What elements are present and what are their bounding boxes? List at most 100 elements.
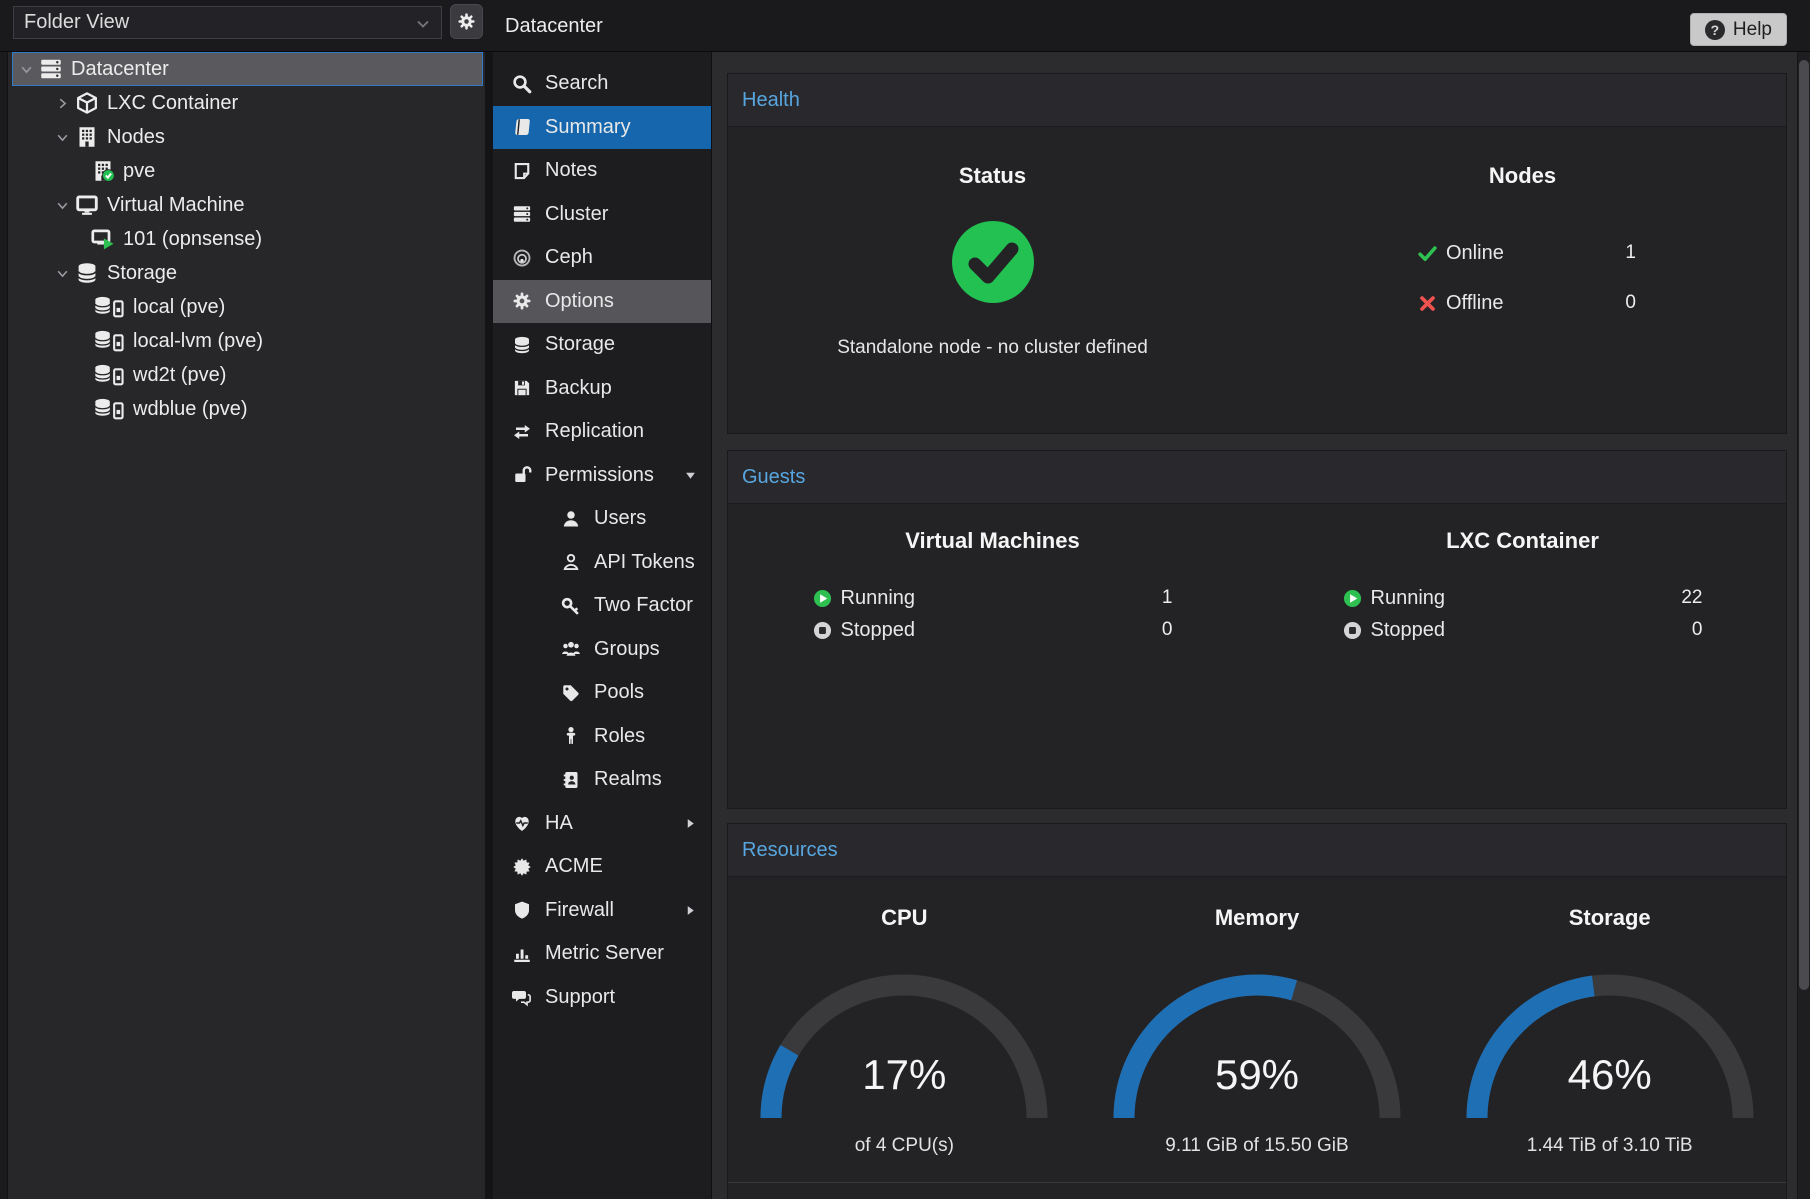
submenu-arrow-right-icon[interactable] [684, 817, 697, 830]
menu-item-support[interactable]: Support [493, 976, 711, 1020]
resource-tree: Datacenter LXC ContainerNodespve Virtual M… [0, 52, 485, 1199]
help-button[interactable]: ? Help [1690, 13, 1787, 46]
status-value: 22 [1681, 587, 1702, 609]
menu-item-acme[interactable]: ACME [493, 845, 711, 889]
page-title: Datacenter [505, 0, 603, 52]
menu-item-two-factor[interactable]: Two Factor [493, 584, 711, 628]
menu-item-search[interactable]: Search [493, 62, 711, 106]
gauge-detail: of 4 CPU(s) [855, 1134, 954, 1158]
menu-item-label: Support [545, 986, 615, 1009]
cluster-status-column: Status Standalone node - no cluster defi… [728, 127, 1257, 433]
tree-item-wd2t-pve[interactable]: wd2t (pve) [12, 358, 483, 392]
menu-item-options[interactable]: Options [493, 280, 711, 324]
running-icon [1343, 589, 1362, 608]
caret-down-icon[interactable] [16, 62, 36, 77]
tree-item-virtual-machine[interactable]: Virtual Machine [12, 188, 483, 222]
caret-down-icon[interactable] [52, 266, 72, 281]
menu-item-firewall[interactable]: Firewall [493, 889, 711, 933]
menu-item-notes[interactable]: Notes [493, 149, 711, 193]
menu-item-label: Metric Server [545, 942, 664, 965]
menu-item-pools[interactable]: Pools [493, 671, 711, 715]
nodes-status-rows: Online1Offline0 [1418, 228, 1636, 328]
menu-item-roles[interactable]: Roles [493, 715, 711, 759]
menu-item-label: Realms [594, 768, 662, 791]
menu-item-label: Users [594, 507, 646, 530]
tree-item-label: Virtual Machine [107, 194, 244, 217]
submenu-arrow-right-icon[interactable] [684, 904, 697, 917]
bar-chart-icon [510, 944, 533, 964]
tree-settings-button[interactable] [450, 4, 483, 39]
health-panel: Health Status Standalone node - no clust… [727, 73, 1787, 434]
status-label: Online [1446, 242, 1504, 265]
tree-item-101-opnsense[interactable]: 101 (opnsense) [12, 222, 483, 256]
tree-view-selector[interactable]: Folder View [13, 6, 442, 39]
gauge-heading: Storage [1569, 905, 1651, 931]
gear-icon [457, 12, 476, 31]
menu-item-users[interactable]: Users [493, 497, 711, 541]
content-scrollbar[interactable] [1797, 52, 1810, 1199]
resource-gauge-memory: Memory59%9.11 GiB of 15.50 GiB [1081, 877, 1434, 1199]
menu-item-groups[interactable]: Groups [493, 628, 711, 672]
menu-item-summary[interactable]: Summary [493, 106, 711, 150]
menu-item-label: HA [545, 812, 573, 835]
resources-panel-header: Resources [728, 824, 1786, 877]
tree-item-wdblue-pve[interactable]: wdblue (pve) [12, 392, 483, 426]
status-value: 0 [1625, 292, 1636, 314]
caret-down-icon[interactable] [52, 198, 72, 213]
database-icon [74, 261, 100, 285]
status-row-stopped: Stopped0 [813, 614, 1173, 646]
summary-book-icon [510, 117, 533, 137]
gauge-arc [1460, 969, 1760, 1131]
tree-item-label: 101 (opnsense) [123, 228, 262, 251]
menu-item-label: Options [545, 290, 614, 313]
tree-item-label: Datacenter [71, 58, 169, 81]
menu-item-cluster[interactable]: Cluster [493, 193, 711, 237]
menu-item-label: Groups [594, 638, 660, 661]
question-circle-icon: ? [1705, 20, 1725, 40]
submenu-arrow-down-icon[interactable] [684, 469, 697, 482]
menu-item-storage[interactable]: Storage [493, 323, 711, 367]
guests-column-heading: LXC Container [1258, 528, 1787, 554]
tree-item-storage[interactable]: Storage [12, 256, 483, 290]
acme-burst-icon [510, 857, 533, 877]
resource-tree-sidebar: Datacenter LXC ContainerNodespve Virtual M… [0, 52, 485, 1199]
scrollbar-thumb[interactable] [1799, 60, 1809, 990]
tree-item-datacenter[interactable]: Datacenter [12, 52, 483, 86]
guests-panel-header: Guests [728, 451, 1786, 504]
menu-item-replication[interactable]: Replication [493, 410, 711, 454]
guests-rows: Running1Stopped0 [813, 582, 1173, 646]
replication-icon [510, 422, 533, 442]
status-value: 0 [1692, 619, 1703, 641]
tree-item-pve[interactable]: pve [12, 154, 483, 188]
menu-item-ceph[interactable]: Ceph [493, 236, 711, 280]
resource-gauge-cpu: CPU17%of 4 CPU(s) [728, 877, 1081, 1199]
tree-item-nodes[interactable]: Nodes [12, 120, 483, 154]
status-row-running: Running22 [1343, 582, 1703, 614]
menu-item-metric-server[interactable]: Metric Server [493, 932, 711, 976]
tree-item-lxc-container[interactable]: LXC Container [12, 86, 483, 120]
caret-right-icon[interactable] [52, 96, 72, 111]
status-label: Offline [1446, 292, 1503, 315]
menu-item-ha[interactable]: HA [493, 802, 711, 846]
node-online-icon [90, 159, 116, 183]
sidebar-splitter[interactable] [485, 52, 493, 1199]
chevron-down-icon [415, 16, 431, 32]
status-ok-icon [952, 221, 1034, 303]
help-button-label: Help [1733, 19, 1772, 41]
tree-item-local-lvm-pve[interactable]: local-lvm (pve) [12, 324, 483, 358]
storage-drive-icon [90, 363, 126, 387]
gauge-arc [1107, 969, 1407, 1131]
caret-down-icon[interactable] [52, 130, 72, 145]
menu-item-api-tokens[interactable]: API Tokens [493, 541, 711, 585]
cluster-icon [510, 204, 533, 224]
usage-gauge: 59% [1107, 969, 1407, 1131]
menu-item-permissions[interactable]: Permissions [493, 454, 711, 498]
menu-item-realms[interactable]: Realms [493, 758, 711, 802]
user-icon [559, 509, 582, 529]
gauge-arc [754, 969, 1054, 1131]
gauge-percent: 46% [1460, 1051, 1760, 1099]
tree-item-label: wdblue (pve) [133, 398, 248, 421]
tree-item-local-pve[interactable]: local (pve) [12, 290, 483, 324]
menu-item-backup[interactable]: Backup [493, 367, 711, 411]
status-row-offline: Offline 0 [1418, 278, 1636, 328]
